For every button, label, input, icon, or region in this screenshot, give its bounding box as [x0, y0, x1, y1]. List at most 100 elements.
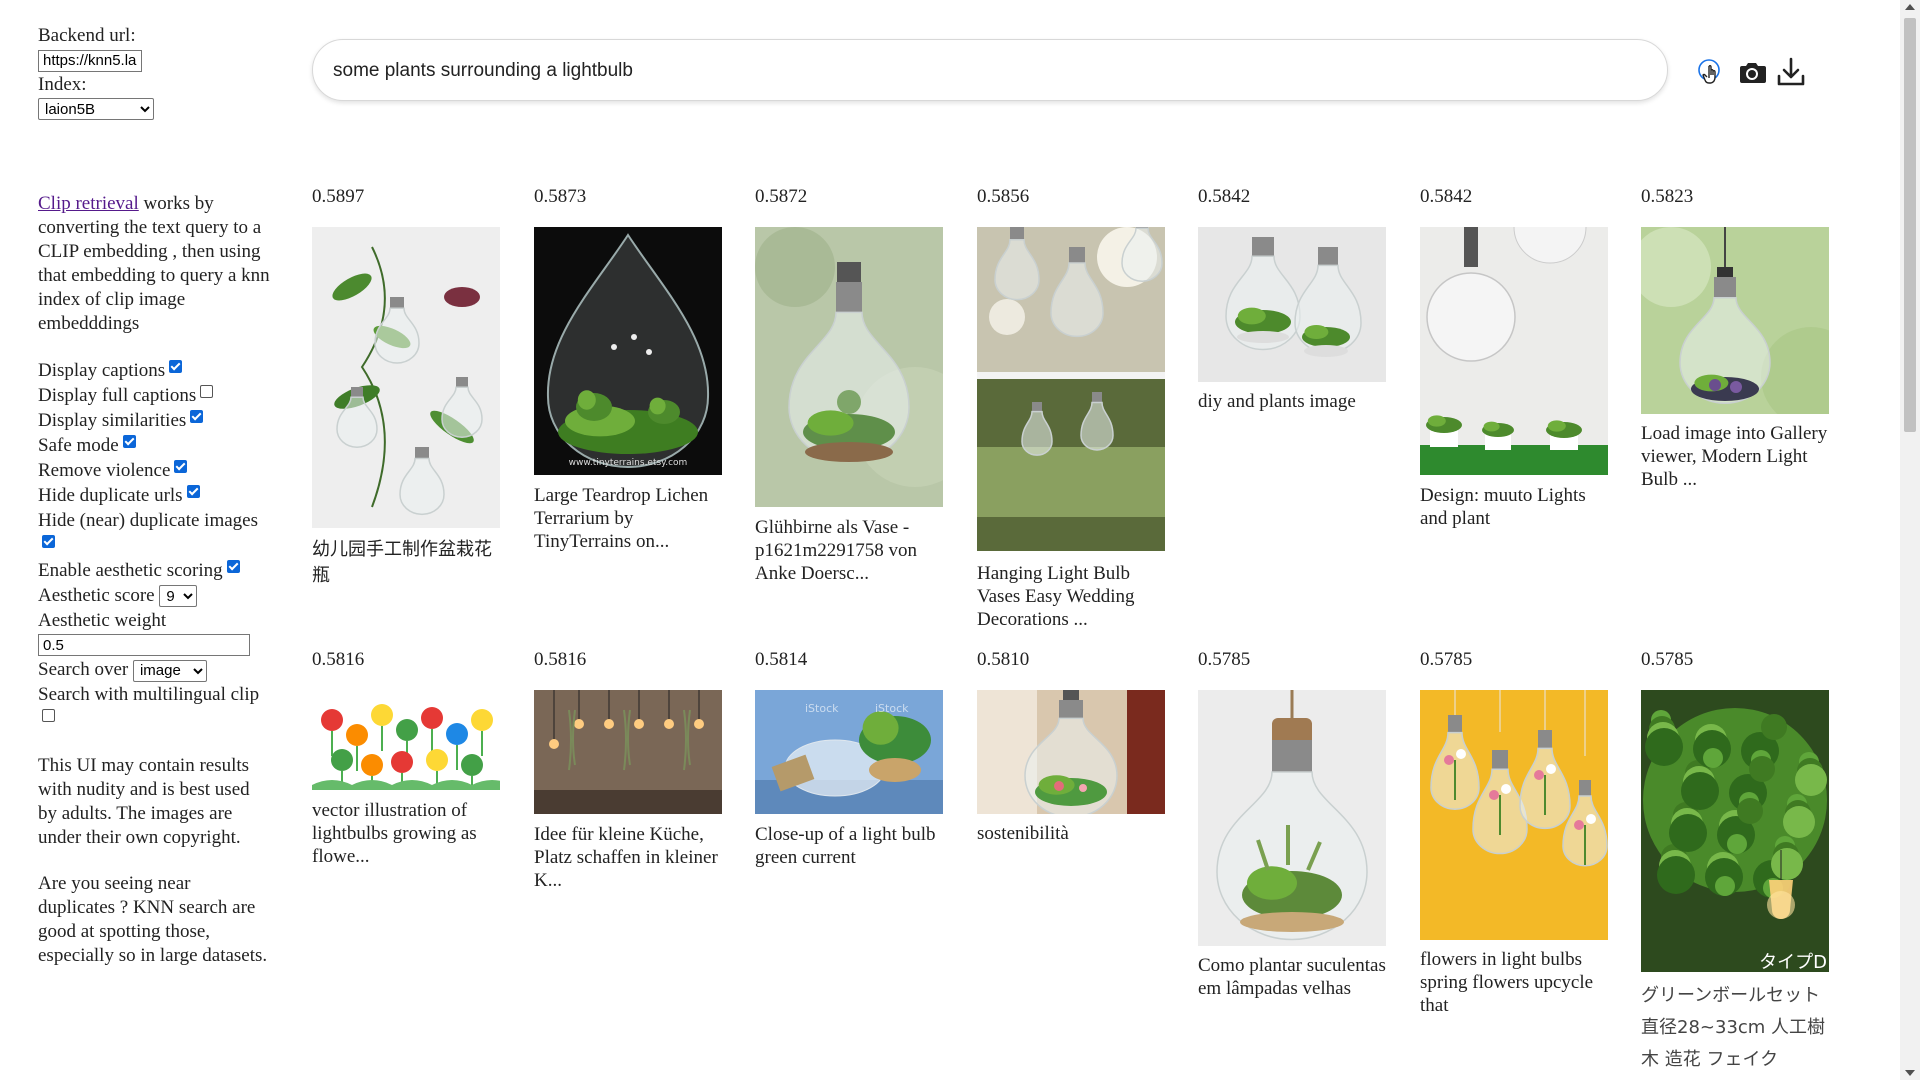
aesthetic-score-label: Aesthetic score: [38, 584, 155, 606]
result-image[interactable]: [977, 227, 1165, 551]
setting-checkbox[interactable]: [169, 359, 183, 373]
backend-url-input[interactable]: [38, 49, 142, 72]
result-image[interactable]: [977, 690, 1165, 814]
knn-search-icon[interactable]: [1697, 58, 1725, 90]
index-label: Index:: [38, 73, 87, 95]
similarity-score: 0.5823: [1641, 186, 1694, 207]
result-caption: vector illustration of lightbulbs growin…: [312, 800, 477, 867]
watermark-text: iStock: [875, 702, 909, 715]
aesthetic-score-select[interactable]: 9: [159, 585, 198, 607]
result-caption: Como plantar suculentas em lâmpadas velh…: [1198, 955, 1386, 999]
watermark-text: iStock: [805, 702, 839, 715]
similarity-score: 0.5873: [534, 186, 587, 207]
result-image[interactable]: [312, 690, 500, 790]
settings-panel: Backend url: Index: laion5B Clip retriev…: [38, 24, 270, 968]
setting-checkbox[interactable]: [186, 484, 200, 498]
similarity-score: 0.5785: [1198, 649, 1251, 670]
result-caption: diy and plants image: [1198, 391, 1356, 412]
settings-list: Display captions Display full captions Dis…: [38, 358, 270, 733]
index-select[interactable]: laion5B: [38, 98, 154, 120]
setting-checkbox[interactable]: [174, 459, 188, 473]
setting-label: Display captions: [38, 359, 166, 381]
setting-row: Hide duplicate urls: [38, 483, 270, 508]
description-text: Clip retrieval works by converting the t…: [38, 192, 270, 336]
setting-row: Display similarities: [38, 408, 270, 433]
scroll-up-arrow-icon[interactable]: [1905, 4, 1915, 10]
setting-checkbox[interactable]: [122, 434, 136, 448]
result-caption: flowers in light bulbs spring flowers up…: [1420, 949, 1594, 1016]
setting-row: Hide (near) duplicate images: [38, 508, 270, 558]
setting-label: Display full captions: [38, 384, 197, 406]
aesthetic-weight-input[interactable]: [38, 634, 250, 656]
similarity-score: 0.5856: [977, 186, 1030, 207]
result-image[interactable]: タイプD: [1641, 690, 1829, 972]
multilingual-row: Search with multilingual clip: [38, 682, 270, 732]
result-image[interactable]: www.tinyterrains.etsy.com: [534, 227, 722, 475]
setting-label: Hide (near) duplicate images: [38, 509, 258, 531]
setting-row: Safe mode: [38, 433, 270, 458]
result-image[interactable]: [312, 227, 500, 528]
result-caption: Close-up of a light bulb green current: [755, 824, 936, 868]
search-bar[interactable]: [312, 39, 1668, 101]
similarity-score: 0.5816: [534, 649, 587, 670]
similarity-score: 0.5814: [755, 649, 808, 670]
setting-label: Remove violence: [38, 459, 171, 481]
backend-url-label: Backend url:: [38, 25, 136, 46]
search-over-row: Search over image: [38, 657, 270, 682]
search-over-label: Search over: [38, 659, 129, 680]
result-caption: Hanging Light Bulb Vases Easy Wedding De…: [977, 563, 1135, 630]
result-image[interactable]: [1198, 690, 1386, 946]
image-badge: タイプD: [1759, 952, 1827, 972]
aesthetic-weight-label: Aesthetic weight: [38, 609, 167, 631]
scrollbar-thumb[interactable]: [1904, 18, 1916, 432]
scrollbar[interactable]: [1900, 0, 1920, 1080]
result-image[interactable]: [755, 227, 943, 507]
setting-label: Display similarities: [38, 409, 187, 431]
setting-row: Display full captions: [38, 383, 270, 408]
setting-row: Enable aesthetic scoring: [38, 558, 270, 583]
watermark-text: www.tinyterrains.etsy.com: [569, 458, 688, 468]
result-caption: グリーンボールセット 直径28~33cm 人工樹木 造花 フェイク: [1641, 985, 1826, 1070]
similarity-score: 0.5785: [1420, 649, 1473, 670]
clip-retrieval-link[interactable]: Clip retrieval: [38, 193, 139, 214]
duplicates-note: Are you seeing near duplicates ? KNN sea…: [38, 873, 268, 966]
download-icon[interactable]: [1776, 56, 1806, 88]
setting-label: Hide duplicate urls: [38, 484, 183, 506]
result-image[interactable]: [534, 690, 722, 814]
result-image[interactable]: [1420, 690, 1608, 940]
scroll-down-arrow-icon[interactable]: [1905, 1070, 1915, 1076]
camera-icon[interactable]: [1737, 59, 1767, 85]
setting-label: Safe mode: [38, 434, 119, 456]
result-caption: Idee für kleine Küche, Platz schaffen in…: [534, 824, 718, 891]
setting-checkbox[interactable]: [226, 559, 240, 573]
aesthetic-score-row: Aesthetic score 9: [38, 583, 270, 608]
similarity-score: 0.5897: [312, 186, 365, 207]
result-caption: Glühbirne als Vase - p1621m2291758 von A…: [755, 517, 918, 584]
setting-checkbox[interactable]: [200, 384, 214, 398]
setting-checkbox[interactable]: [42, 534, 55, 548]
similarity-score: 0.5810: [977, 649, 1030, 670]
result-image[interactable]: [1420, 227, 1608, 475]
similarity-score: 0.5872: [755, 186, 808, 207]
disclaimer-text: This UI may contain results with nudity …: [38, 755, 250, 848]
result-image[interactable]: [1198, 227, 1386, 382]
setting-row: Display captions: [38, 358, 270, 383]
similarity-score: 0.5842: [1198, 186, 1251, 207]
setting-checkbox[interactable]: [190, 409, 204, 423]
result-caption: Large Teardrop Lichen Terrarium by TinyT…: [534, 485, 709, 552]
similarity-score: 0.5842: [1420, 186, 1473, 207]
multilingual-label: Search with multilingual clip: [38, 684, 260, 705]
setting-label: Enable aesthetic scoring: [38, 559, 223, 581]
setting-row: Remove violence: [38, 458, 270, 483]
result-caption: sostenibilità: [977, 823, 1069, 844]
similarity-score: 0.5785: [1641, 649, 1694, 670]
result-image[interactable]: iStock iStock: [755, 690, 943, 814]
result-caption: Design: muuto Lights and plant: [1420, 485, 1586, 529]
result-caption: 幼儿园手工制作盆栽花瓶: [312, 539, 492, 586]
similarity-score: 0.5816: [312, 649, 365, 670]
search-over-select[interactable]: image: [132, 659, 207, 682]
search-input[interactable]: [331, 57, 1635, 85]
result-image[interactable]: [1641, 227, 1829, 414]
result-caption: Load image into Gallery viewer, Modern L…: [1641, 423, 1828, 490]
multilingual-checkbox[interactable]: [42, 709, 55, 722]
